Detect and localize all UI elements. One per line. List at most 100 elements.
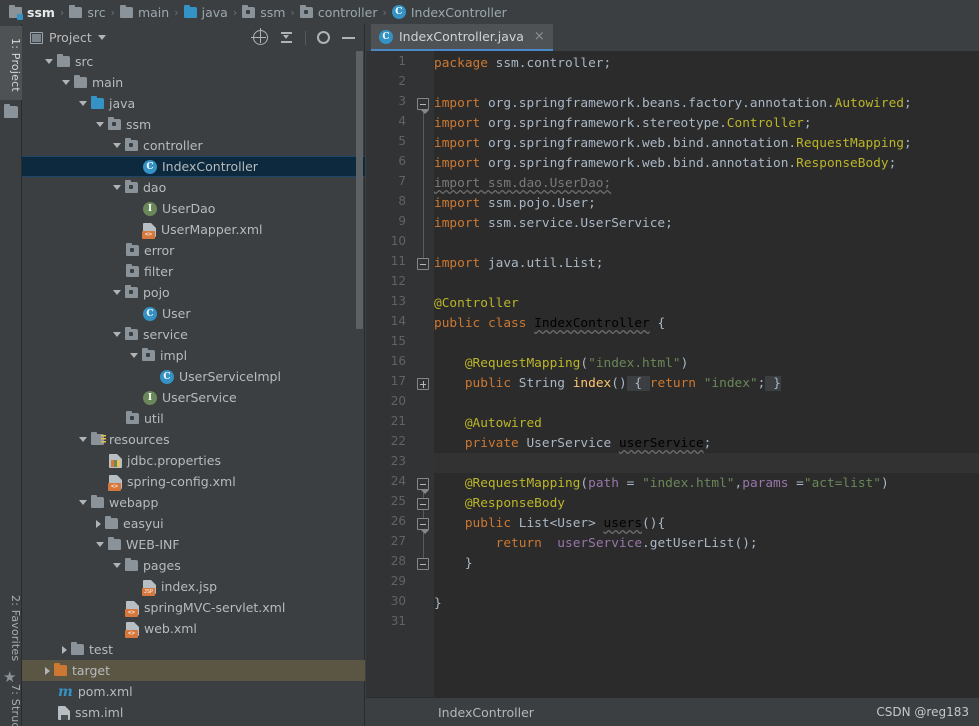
breadcrumb-item-src[interactable]: src xyxy=(66,2,108,22)
chevron-down-icon[interactable] xyxy=(96,542,104,547)
chevron-down-icon[interactable] xyxy=(113,290,121,295)
chevron-down-icon[interactable] xyxy=(62,80,70,85)
tree-node[interactable]: jdbc.properties xyxy=(22,450,365,471)
breadcrumb-item-ssm[interactable]: ssm xyxy=(6,2,58,22)
tree-node[interactable]: easyui xyxy=(22,513,365,534)
source-folder-icon xyxy=(183,4,197,18)
sidebar-tab-favorites[interactable]: 2: Favorites xyxy=(0,586,22,670)
tree-node[interactable]: util xyxy=(22,408,365,429)
module-icon xyxy=(9,4,23,20)
project-panel-title-group[interactable]: Project xyxy=(30,30,106,45)
tree-node[interactable]: m pom.xml xyxy=(22,681,365,702)
breadcrumb-item-ssm[interactable]: ssm xyxy=(239,2,288,22)
chevron-right-icon[interactable] xyxy=(45,666,50,675)
chevron-down-icon[interactable] xyxy=(113,332,121,337)
tree-node[interactable]: I UserService xyxy=(22,387,365,408)
chevron-down-icon[interactable] xyxy=(113,563,121,568)
code-token: public xyxy=(464,516,519,531)
code-editor[interactable]: 1 2 3 4 5 6 7 8 9 10 11 12 13 14 15 16 17 20 21 22 23 24 25 26 2… xyxy=(366,51,979,697)
code-folding-gutter[interactable] xyxy=(414,51,434,697)
chevron-down-icon[interactable] xyxy=(96,122,104,127)
breadcrumb-item-main[interactable]: main xyxy=(117,2,172,22)
code-token: ( xyxy=(580,356,589,371)
project-tree-scrollbar[interactable] xyxy=(355,51,364,726)
tree-node[interactable]: C User xyxy=(22,303,365,324)
breadcrumb-item-indexcontroller[interactable]: C IndexController xyxy=(389,2,510,22)
code-token: List<User> xyxy=(518,516,604,531)
tree-node[interactable]: filter xyxy=(22,261,365,282)
source-folder-icon xyxy=(91,96,104,109)
fold-collapse-icon[interactable] xyxy=(417,258,429,270)
scrollbar-thumb[interactable] xyxy=(356,51,363,329)
code-text[interactable]: package ssm.controller; import org.sprin… xyxy=(434,51,979,697)
tree-node[interactable]: ssm.iml xyxy=(22,702,365,723)
chevron-down-icon[interactable] xyxy=(79,101,87,106)
tree-node[interactable]: resources xyxy=(22,429,365,450)
chevron-down-icon[interactable] xyxy=(45,59,53,64)
chevron-down-icon[interactable] xyxy=(97,35,106,40)
fold-arrow-icon xyxy=(421,530,429,534)
fold-collapse-icon[interactable] xyxy=(417,98,429,110)
tree-node[interactable]: ssm xyxy=(22,114,365,135)
tree-node[interactable]: pojo xyxy=(22,282,365,303)
tree-node[interactable]: pages xyxy=(22,555,365,576)
chevron-right-icon[interactable] xyxy=(62,645,67,654)
tree-node[interactable]: webapp xyxy=(22,492,365,513)
line-number: 10 xyxy=(390,234,406,248)
locate-icon[interactable] xyxy=(251,28,268,45)
fold-collapse-icon[interactable] xyxy=(417,478,429,490)
chevron-down-icon[interactable] xyxy=(113,185,121,190)
chevron-down-icon[interactable] xyxy=(79,500,87,505)
fold-expand-icon[interactable] xyxy=(417,378,429,390)
breadcrumb-item-controller[interactable]: controller xyxy=(297,2,381,22)
chevron-down-icon[interactable] xyxy=(113,143,121,148)
code-token: "index.html" xyxy=(642,476,735,491)
chevron-right-icon[interactable] xyxy=(96,519,101,528)
sidebar-tab-project[interactable]: 1: Project xyxy=(0,26,22,100)
fold-collapse-icon[interactable] xyxy=(417,498,429,510)
line-number: 29 xyxy=(390,574,406,588)
collapse-all-icon[interactable] xyxy=(279,30,294,45)
tree-node[interactable]: error xyxy=(22,240,365,261)
java-interface-icon: I xyxy=(143,201,157,216)
code-token: path xyxy=(588,476,619,491)
tree-node[interactable]: C UserServiceImpl xyxy=(22,366,365,387)
tree-node[interactable]: index.jsp xyxy=(22,576,365,597)
code-token: RequestMapping xyxy=(796,136,904,151)
line-number: 9 xyxy=(398,214,406,228)
minimize-icon[interactable] xyxy=(341,30,356,45)
tree-node[interactable]: impl xyxy=(22,345,365,366)
tree-node[interactable]: test xyxy=(22,639,365,660)
chevron-down-icon[interactable] xyxy=(130,353,138,358)
tree-node-label: resources xyxy=(109,432,170,447)
code-line: private UserService userService; xyxy=(434,434,712,454)
tree-node[interactable]: UserMapper.xml xyxy=(22,219,365,240)
editor-tab-indexcontroller[interactable]: C IndexController.java × xyxy=(371,24,553,51)
tree-node[interactable]: target xyxy=(22,660,365,681)
gear-icon[interactable] xyxy=(317,31,330,44)
breadcrumb-item-java[interactable]: java xyxy=(181,2,231,22)
close-icon[interactable]: × xyxy=(534,29,545,44)
code-token: ) xyxy=(680,356,689,371)
tree-node[interactable]: controller xyxy=(22,135,365,156)
tree-node[interactable]: spring-config.xml xyxy=(22,471,365,492)
line-number: 13 xyxy=(390,294,406,308)
tree-node[interactable]: web.xml xyxy=(22,618,365,639)
tree-node[interactable]: springMVC-servlet.xml xyxy=(22,597,365,618)
project-tree[interactable]: src main java ssm controller C IndexController… xyxy=(22,51,365,726)
fold-collapse-icon[interactable] xyxy=(417,558,429,570)
tree-node[interactable]: C IndexController xyxy=(22,156,365,177)
sidebar-tab-structure[interactable]: 7: Structure xyxy=(0,684,22,726)
tree-node[interactable]: dao xyxy=(22,177,365,198)
tree-node[interactable]: WEB-INF xyxy=(22,534,365,555)
tree-node[interactable]: main xyxy=(22,72,365,93)
tree-node-label: dao xyxy=(143,180,167,195)
tree-node[interactable]: service xyxy=(22,324,365,345)
tree-node[interactable]: I UserDao xyxy=(22,198,365,219)
chevron-down-icon[interactable] xyxy=(79,437,87,442)
fold-collapse-icon[interactable] xyxy=(417,518,429,530)
tree-node[interactable]: java xyxy=(22,93,365,114)
tree-node[interactable]: src xyxy=(22,51,365,72)
